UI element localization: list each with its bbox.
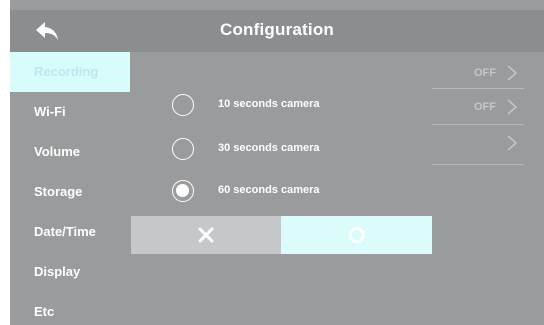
sidebar-item-etc[interactable]: Etc [10, 292, 130, 325]
sidebar-item-label: Etc [34, 304, 55, 319]
radio-dot [176, 184, 189, 197]
screen: Configuration Recording Wi-Fi Volume Sto… [0, 0, 544, 325]
confirm-button[interactable] [281, 216, 432, 254]
settings-row[interactable]: OFF [432, 94, 524, 122]
row-value: OFF [474, 67, 496, 79]
sidebar-item-label: Wi-Fi [34, 104, 66, 119]
sidebar-item-wifi[interactable]: Wi-Fi [10, 92, 130, 132]
option-60-seconds[interactable]: 60 seconds camera [172, 176, 422, 206]
sidebar: Recording Wi-Fi Volume Storage Date/Time… [10, 52, 130, 325]
row-divider [432, 164, 524, 165]
option-label: 60 seconds camera [218, 184, 320, 196]
chevron-right-icon [507, 99, 518, 115]
header-bar: Configuration [10, 10, 544, 52]
sidebar-item-label: Storage [34, 184, 83, 199]
sidebar-item-label: Recording [34, 64, 99, 79]
settings-row[interactable] [432, 130, 524, 158]
circle-ok-icon [348, 227, 365, 243]
option-label: 10 seconds camera [218, 98, 320, 110]
sidebar-item-label: Volume [34, 144, 80, 159]
chevron-right-icon [507, 135, 518, 151]
cancel-button[interactable] [131, 216, 281, 254]
row-value: OFF [474, 101, 496, 113]
option-30-seconds[interactable]: 30 seconds camera [172, 134, 422, 164]
sidebar-item-volume[interactable]: Volume [10, 132, 130, 172]
left-edge [0, 0, 10, 325]
option-label: 30 seconds camera [218, 142, 320, 154]
radio-button[interactable] [172, 138, 194, 160]
row-divider [432, 124, 524, 125]
option-10-seconds[interactable]: 10 seconds camera [172, 90, 422, 120]
radio-button[interactable] [172, 180, 194, 202]
radio-button[interactable] [172, 94, 194, 116]
sidebar-item-display[interactable]: Display [10, 252, 130, 292]
duration-dialog: 10 seconds camera 30 seconds camera 60 s… [158, 62, 432, 214]
sidebar-item-recording[interactable]: Recording [10, 52, 130, 92]
chevron-right-icon [507, 65, 518, 81]
sidebar-item-datetime[interactable]: Date/Time [10, 212, 130, 252]
close-icon [198, 227, 214, 243]
sidebar-item-storage[interactable]: Storage [10, 172, 130, 212]
row-divider [432, 88, 524, 89]
sidebar-item-label: Date/Time [34, 224, 96, 239]
settings-row[interactable]: OFF [432, 60, 524, 88]
sidebar-item-label: Display [34, 264, 81, 279]
page-title: Configuration [219, 20, 335, 39]
